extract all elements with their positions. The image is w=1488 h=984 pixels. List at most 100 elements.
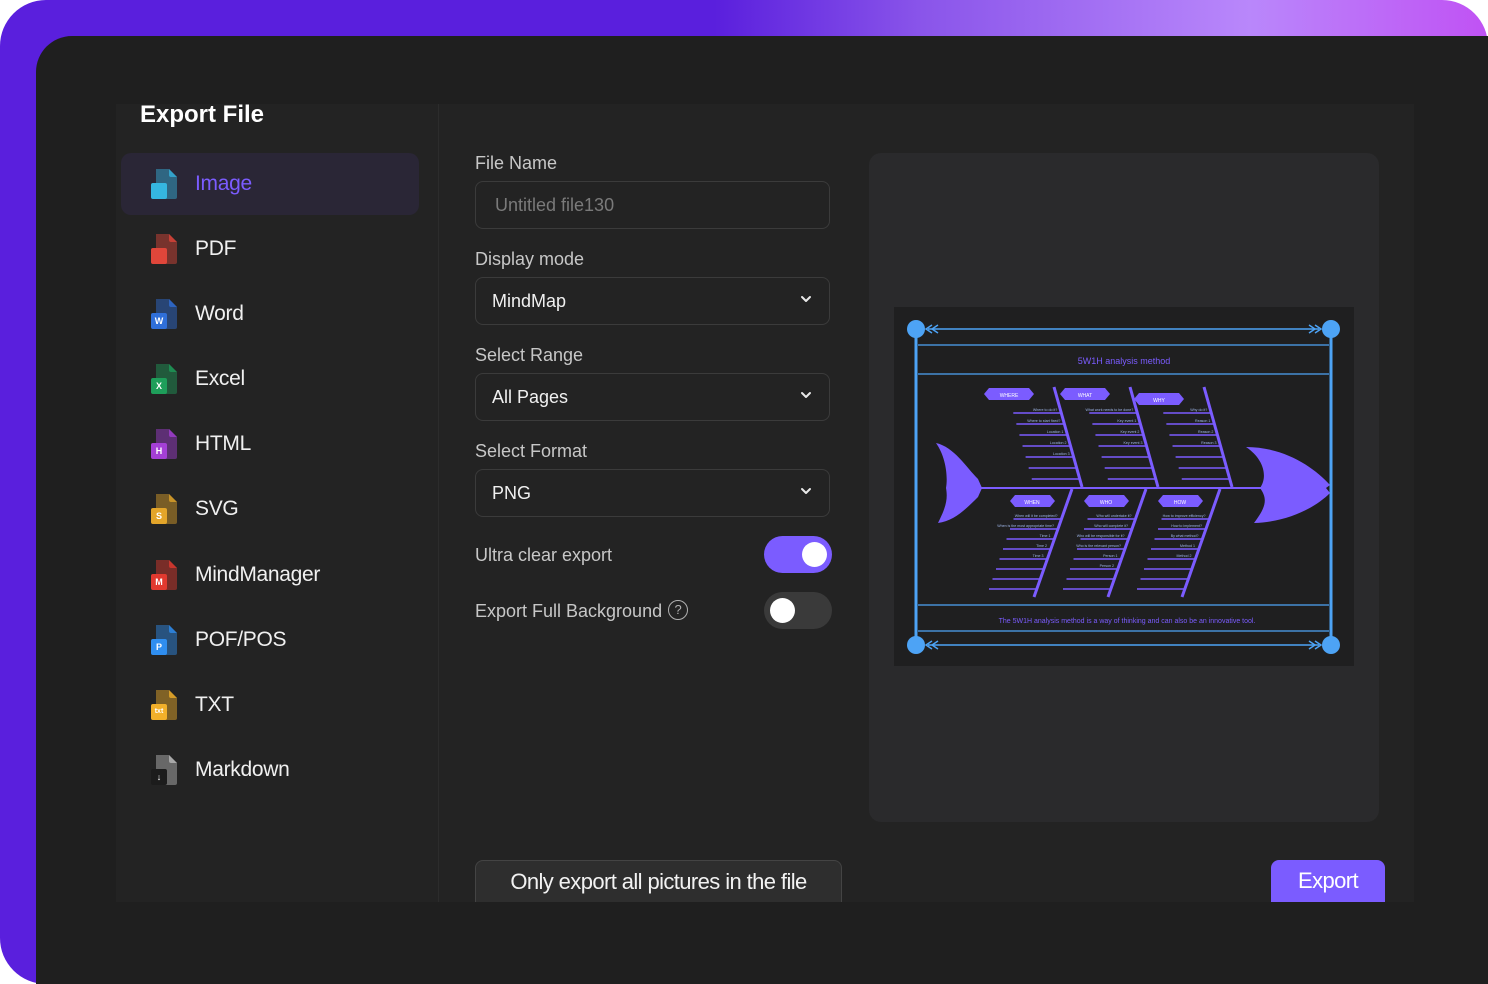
- branch-item: Key event 2: [1120, 430, 1139, 434]
- chevron-down-icon: [801, 488, 811, 494]
- fish-tail-icon: [936, 443, 982, 523]
- export-button[interactable]: Export: [1271, 860, 1385, 902]
- branch-item: Person 1: [1103, 554, 1117, 558]
- branch-item: Who is the relevant person?: [1076, 544, 1121, 548]
- sidebar-divider: [438, 104, 439, 902]
- branch-item: When is the most appropriate time?: [997, 524, 1054, 528]
- branch-item: Reason 3: [1201, 441, 1216, 445]
- branch-label: WHEN: [1024, 500, 1040, 506]
- branch-item: Time 2: [1036, 544, 1047, 548]
- branch-item: Where to start fixed?: [1027, 419, 1060, 423]
- select-format-label: Select Format: [475, 441, 588, 461]
- branch-item: Method 1: [1180, 544, 1195, 548]
- sidebar-item-label: POF/POS: [195, 628, 287, 651]
- sidebar-item-word[interactable]: W Word: [121, 283, 419, 345]
- branch-label: WHERE: [1000, 393, 1019, 399]
- branch-item: Method 2: [1177, 554, 1192, 558]
- branch-item: Who will complete it?: [1094, 524, 1128, 528]
- select-range-label: Select Range: [475, 345, 584, 365]
- preview-image: 5W1H analysis method The 5W1H analysis m…: [894, 307, 1354, 666]
- chevron-down-icon: [801, 296, 811, 302]
- file-type-badge: W: [154, 316, 164, 326]
- sidebar-item-label: Word: [195, 302, 244, 325]
- only-export-pictures-button[interactable]: Only export all pictures in the file: [475, 860, 842, 902]
- branch-item: How to improve efficiency?: [1163, 514, 1206, 518]
- sidebar-item-label: TXT: [195, 693, 234, 716]
- file-type-badge: H: [155, 446, 163, 456]
- sidebar-item-mindmanager[interactable]: M MindManager: [121, 544, 419, 606]
- resize-handle-bottom-right[interactable]: [1322, 636, 1340, 654]
- sidebar-item-image[interactable]: Image: [121, 153, 419, 215]
- select-range-value: All Pages: [492, 386, 569, 407]
- ultra-clear-toggle[interactable]: [764, 536, 832, 573]
- sidebar-item-label: HTML: [195, 432, 251, 455]
- sidebar-item-label: Markdown: [195, 758, 290, 781]
- branch-label: HOW: [1174, 500, 1187, 506]
- branch-bone: [1052, 386, 1084, 488]
- file-type-badge: M: [155, 577, 163, 587]
- branch-label: WHAT: [1078, 393, 1092, 399]
- full-background-row: Export Full Background?: [475, 600, 689, 622]
- fishbone-diagram: 5W1H analysis method The 5W1H analysis m…: [907, 320, 1340, 654]
- resize-handle-bottom-left[interactable]: [907, 636, 925, 654]
- toggle-knob: [770, 598, 795, 623]
- sidebar-item-label: Image: [195, 172, 252, 195]
- select-format-select[interactable]: PNG: [475, 469, 830, 517]
- branch-item: Time 3: [1033, 554, 1044, 558]
- file-type-badge: [151, 248, 167, 264]
- sidebar-item-pdf[interactable]: PDF: [121, 218, 419, 280]
- branch-label: WHO: [1100, 500, 1112, 506]
- file-type-badge: txt: [154, 708, 164, 715]
- branch-item: Key event 3: [1124, 441, 1143, 445]
- file-type-badge: ↓: [156, 772, 162, 782]
- branch-item: Why do it?: [1190, 408, 1207, 412]
- full-background-toggle[interactable]: [764, 592, 832, 629]
- select-range-select[interactable]: All Pages: [475, 373, 830, 421]
- diagram-title: 5W1H analysis method: [1078, 356, 1171, 366]
- file-type-badge: X: [155, 381, 162, 391]
- display-mode-label: Display mode: [475, 249, 585, 269]
- fishbone-branches: WHERE Where to do it? Where to start fixed…: [984, 386, 1234, 598]
- resize-handle-top-left[interactable]: [907, 320, 925, 338]
- sidebar-item-label: PDF: [195, 237, 237, 260]
- branch-item: Reason 2: [1198, 430, 1213, 434]
- select-format-value: PNG: [492, 482, 532, 503]
- branch-item: By what method?: [1171, 534, 1199, 538]
- chevron-down-icon: [801, 392, 811, 398]
- branch-bone: [1202, 386, 1234, 488]
- sidebar-item-label: MindManager: [195, 563, 321, 586]
- help-icon[interactable]: ?: [668, 600, 689, 621]
- sidebar-item-txt[interactable]: txt TXT: [121, 674, 419, 736]
- fish-head-icon: [1246, 447, 1330, 523]
- branch-item: Who will be responsible for it?: [1077, 534, 1125, 538]
- branch-item: How to implement?: [1171, 524, 1202, 528]
- ultra-clear-label: Ultra clear export: [475, 545, 613, 565]
- sidebar-item-svg[interactable]: S SVG: [121, 478, 419, 540]
- branch-label: WHY: [1153, 398, 1165, 404]
- branch-item: Who will undertake it?: [1096, 514, 1131, 518]
- branch-item: When will it be completed?: [1015, 514, 1058, 518]
- dialog-title: Export File: [140, 101, 265, 128]
- file-type-badge: P: [155, 642, 162, 652]
- branch-item: Location 3: [1053, 452, 1070, 456]
- display-mode-select[interactable]: MindMap: [475, 277, 830, 325]
- file-name-input[interactable]: [475, 181, 830, 229]
- branch-item: Reason 1: [1195, 419, 1210, 423]
- sidebar-item-html[interactable]: H HTML: [121, 413, 419, 475]
- resize-handle-top-right[interactable]: [1322, 320, 1340, 338]
- toggle-knob: [802, 542, 827, 567]
- sidebar-item-label: SVG: [195, 497, 239, 520]
- sidebar-item-markdown[interactable]: ↓ Markdown: [121, 739, 419, 801]
- branch-item: What work needs to be done?: [1086, 408, 1134, 412]
- file-type-badge: S: [155, 511, 162, 521]
- branch-item: Location 1: [1047, 430, 1064, 434]
- branch-item: Time 1: [1040, 534, 1051, 538]
- branch-item: Where to do it?: [1033, 408, 1057, 412]
- display-mode-value: MindMap: [492, 290, 567, 311]
- diagram-footer: The 5W1H analysis method is a way of thi…: [999, 618, 1256, 625]
- full-background-label: Export Full Background: [475, 601, 663, 621]
- sidebar-item-excel[interactable]: X Excel: [121, 348, 419, 410]
- sidebar-item-pof-pos[interactable]: P POF/POS: [121, 609, 419, 671]
- branch-item: Location 2: [1050, 441, 1067, 445]
- file-name-label: File Name: [475, 153, 558, 173]
